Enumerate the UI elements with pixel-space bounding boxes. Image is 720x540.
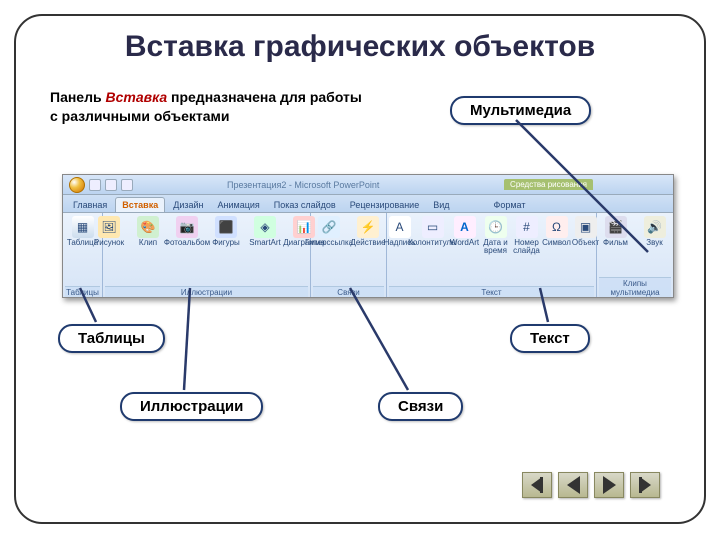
btn-symbol[interactable]: ΩСимвол — [544, 216, 570, 247]
btn-clipart[interactable]: 🎨Клип — [130, 216, 166, 247]
btn-action[interactable]: ⚡Действие — [350, 216, 386, 247]
office-button-icon[interactable] — [69, 177, 85, 193]
group-name-tables: Таблицы — [65, 286, 100, 298]
nav-next[interactable] — [594, 472, 624, 498]
group-links: 🔗Гиперссылка ⚡Действие Связи — [311, 213, 387, 298]
group-name-links: Связи — [313, 286, 384, 298]
tab-animation[interactable]: Анимация — [212, 198, 266, 212]
group-text: AНадпись ▭Колонтитулы AWordArt 🕒Дата и в… — [387, 213, 597, 298]
nav-first[interactable] — [522, 472, 552, 498]
tab-slideshow[interactable]: Показ слайдов — [268, 198, 342, 212]
qat-undo-icon[interactable] — [105, 179, 117, 191]
btn-datetime[interactable]: 🕒Дата и время — [482, 216, 510, 256]
btn-picture[interactable]: 🖼Рисунок — [91, 216, 127, 247]
subtitle-pre: Панель — [50, 89, 105, 105]
btn-slidenum[interactable]: #Номер слайда — [513, 216, 541, 256]
btn-sound[interactable]: 🔊Звук — [637, 216, 673, 247]
tab-format[interactable]: Формат — [488, 198, 532, 212]
group-name-illustrations: Иллюстрации — [105, 286, 308, 298]
ribbon-tabs: Главная Вставка Дизайн Анимация Показ сл… — [63, 195, 673, 213]
group-name-media: Клипы мультимедиа — [599, 277, 671, 298]
tab-review[interactable]: Рецензирование — [344, 198, 426, 212]
nav-prev[interactable] — [558, 472, 588, 498]
document-title: Презентация2 - Microsoft PowerPoint — [227, 180, 379, 190]
callout-multimedia: Мультимедиа — [450, 96, 591, 125]
group-media: 🎬Фильм 🔊Звук Клипы мультимедиа — [597, 213, 673, 298]
tab-design[interactable]: Дизайн — [167, 198, 209, 212]
contextual-tab-title: Средства рисования — [504, 179, 593, 190]
callout-illustrations: Иллюстрации — [120, 392, 263, 421]
slide-title: Вставка графических объектов — [16, 30, 704, 64]
tab-insert[interactable]: Вставка — [115, 197, 165, 212]
group-illustrations: 🖼Рисунок 🎨Клип 📷Фотоальбом ⬛Фигуры ◈Smar… — [103, 213, 311, 298]
ribbon-screenshot: Презентация2 - Microsoft PowerPoint Сред… — [62, 174, 674, 298]
btn-hyperlink[interactable]: 🔗Гиперссылка — [311, 216, 347, 247]
qat-redo-icon[interactable] — [121, 179, 133, 191]
callout-links: Связи — [378, 392, 463, 421]
nav-buttons — [522, 472, 660, 498]
title-bar: Презентация2 - Microsoft PowerPoint Сред… — [63, 175, 673, 195]
qat-save-icon[interactable] — [89, 179, 101, 191]
btn-shapes[interactable]: ⬛Фигуры — [208, 216, 244, 247]
btn-smartart[interactable]: ◈SmartArt — [247, 216, 283, 247]
btn-headerfooter[interactable]: ▭Колонтитулы — [418, 216, 448, 247]
callout-text: Текст — [510, 324, 590, 353]
subtitle-highlight: Вставка — [105, 89, 167, 105]
slide-subtitle: Панель Вставка предназначена для работы … — [50, 88, 370, 126]
group-name-text: Текст — [389, 286, 594, 298]
btn-movie[interactable]: 🎬Фильм — [598, 216, 634, 247]
btn-wordart[interactable]: AWordArt — [451, 216, 479, 247]
callout-tables: Таблицы — [58, 324, 165, 353]
nav-last[interactable] — [630, 472, 660, 498]
slide-frame: Вставка графических объектов Панель Вста… — [14, 14, 706, 524]
ribbon-groups: ▦ Таблица Таблицы 🖼Рисунок 🎨Клип 📷Фотоал… — [63, 213, 673, 298]
btn-photoalbum[interactable]: 📷Фотоальбом — [169, 216, 205, 247]
tab-view[interactable]: Вид — [427, 198, 455, 212]
tab-home[interactable]: Главная — [67, 198, 113, 212]
btn-object[interactable]: ▣Объект — [573, 216, 599, 247]
